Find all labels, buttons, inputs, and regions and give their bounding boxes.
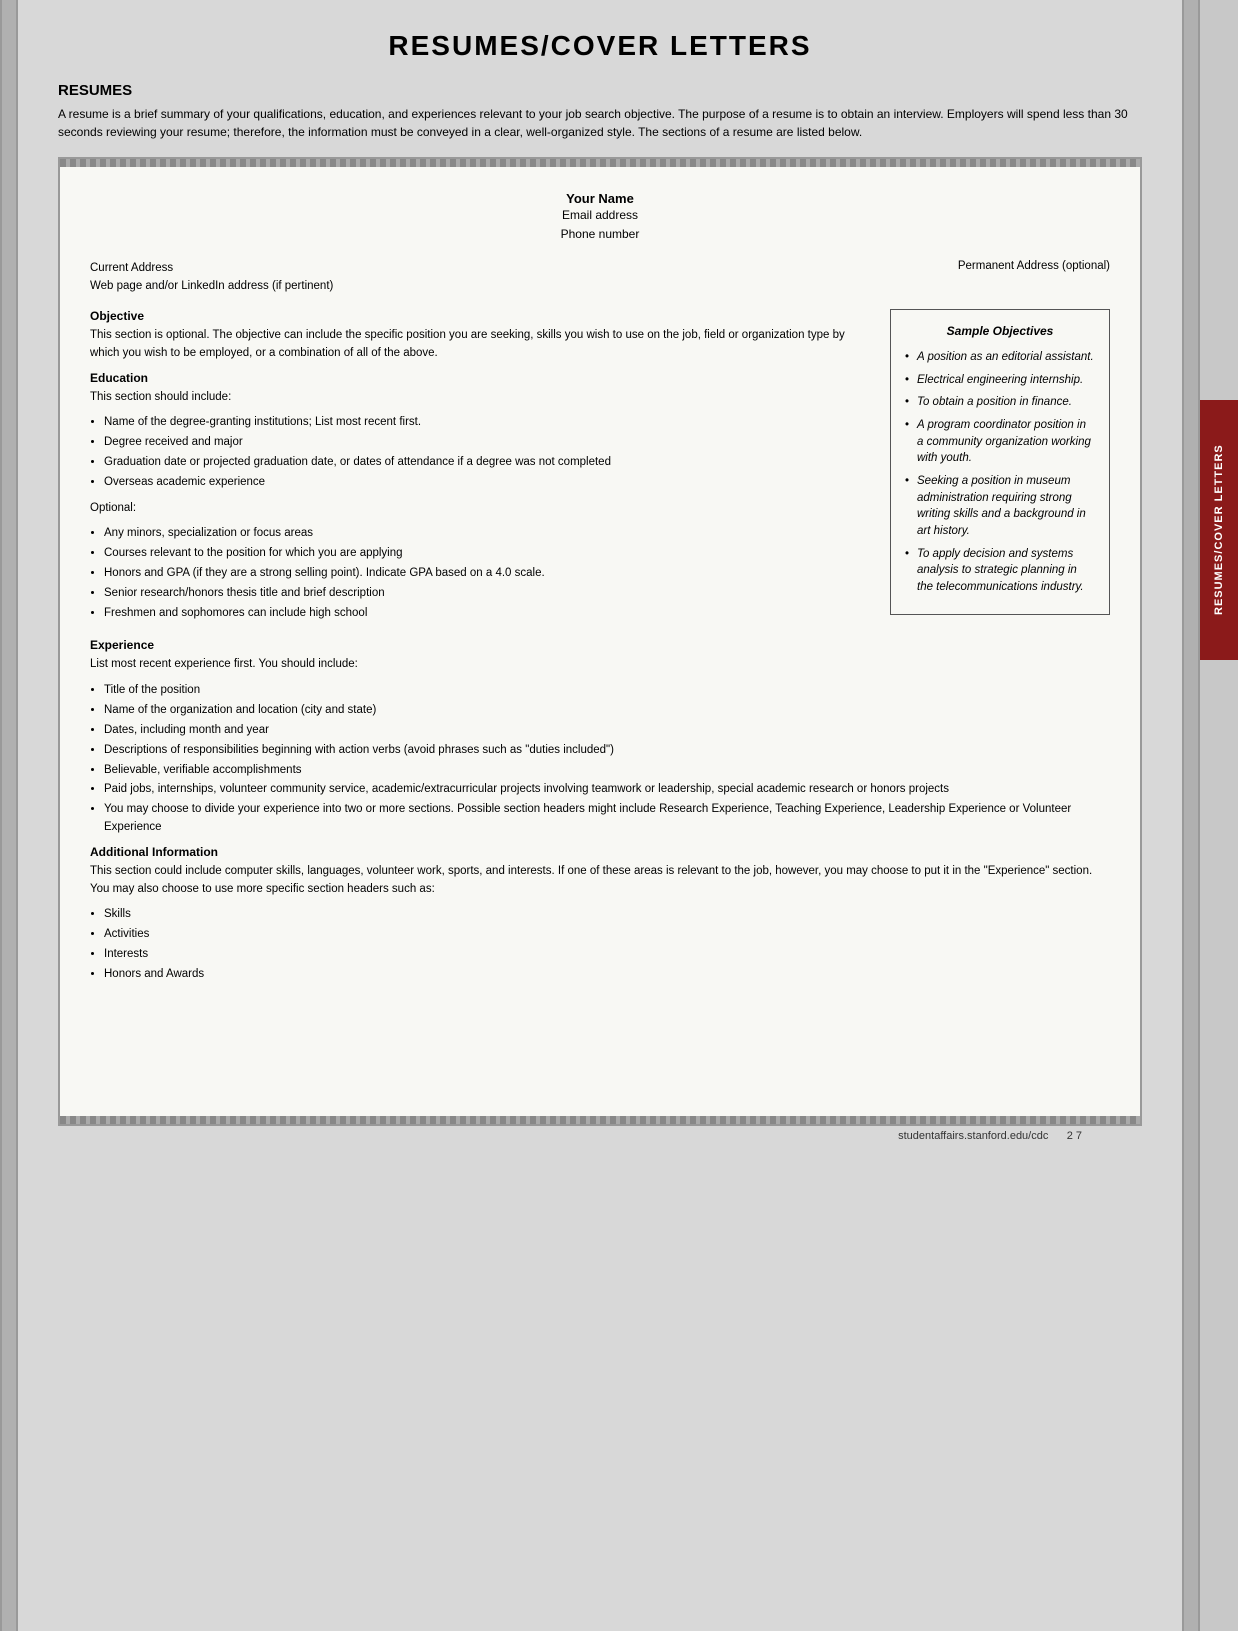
list-item: Title of the position	[104, 682, 1110, 700]
list-item: Believable, verifiable accomplishments	[104, 762, 1110, 780]
doc-left-col: Objective This section is optional. The …	[90, 309, 874, 631]
doc-two-col: Objective This section is optional. The …	[90, 309, 1110, 631]
experience-heading: Experience	[90, 638, 1110, 652]
list-item: A position as an editorial assistant.	[905, 349, 1095, 366]
education-heading: Education	[90, 371, 874, 385]
doc-header: Your Name Email address Phone number	[90, 191, 1110, 244]
list-item: Descriptions of responsibilities beginni…	[104, 742, 1110, 760]
page-wrapper: RESUMES/COVER LETTERS RESUMES/COVER LETT…	[0, 0, 1238, 1631]
list-item: Electrical engineering internship.	[905, 372, 1095, 389]
page-footer: studentaffairs.stanford.edu/cdc 2 7	[58, 1126, 1142, 1142]
sample-objectives-box: Sample Objectives A position as an edito…	[890, 309, 1110, 615]
doc-email: Email address	[90, 206, 1110, 225]
additional-info-text: This section could include computer skil…	[90, 863, 1110, 899]
list-item: Skills	[104, 906, 1110, 924]
education-bullets: Name of the degree-granting institutions…	[104, 414, 874, 491]
doc-phone: Phone number	[90, 225, 1110, 244]
main-content: RESUMES/COVER LETTERS RESUMES A resume i…	[18, 0, 1182, 1631]
objective-text: This section is optional. The objective …	[90, 327, 874, 363]
footer-url: studentaffairs.stanford.edu/cdc	[898, 1130, 1048, 1142]
doc-permanent-address: Permanent Address (optional)	[958, 260, 1110, 295]
doc-spacer	[90, 992, 1110, 1092]
bottom-strip	[60, 1116, 1140, 1124]
list-item: Senior research/honors thesis title and …	[104, 585, 874, 603]
list-item: Interests	[104, 946, 1110, 964]
side-tab: RESUMES/COVER LETTERS	[1200, 400, 1238, 660]
optional-bullets: Any minors, specialization or focus area…	[104, 525, 874, 622]
intro-text: A resume is a brief summary of your qual…	[58, 105, 1142, 141]
doc-right-col: Sample Objectives A position as an edito…	[890, 309, 1110, 631]
list-item: Activities	[104, 926, 1110, 944]
document-frame: Your Name Email address Phone number Cur…	[58, 157, 1142, 1126]
list-item: Degree received and major	[104, 434, 874, 452]
list-item: Any minors, specialization or focus area…	[104, 525, 874, 543]
list-item: Honors and Awards	[104, 966, 1110, 984]
page-title: RESUMES/COVER LETTERS	[58, 30, 1142, 62]
list-item: Overseas academic experience	[104, 474, 874, 492]
list-item: Name of the organization and location (c…	[104, 702, 1110, 720]
doc-current-address: Current Address Web page and/or LinkedIn…	[90, 260, 333, 295]
experience-bullets: Title of the position Name of the organi…	[104, 682, 1110, 837]
education-intro: This section should include:	[90, 389, 874, 407]
list-item: Paid jobs, internships, volunteer commun…	[104, 781, 1110, 799]
left-border	[0, 0, 18, 1631]
list-item: A program coordinator position in a comm…	[905, 417, 1095, 467]
list-item: Honors and GPA (if they are a strong sel…	[104, 565, 874, 583]
list-item: Dates, including month and year	[104, 722, 1110, 740]
sample-objectives-title: Sample Objectives	[905, 322, 1095, 341]
list-item: Graduation date or projected graduation …	[104, 454, 874, 472]
list-item: To apply decision and systems analysis t…	[905, 546, 1095, 596]
optional-label: Optional:	[90, 500, 874, 518]
footer-page: 2 7	[1067, 1130, 1082, 1142]
top-strip	[60, 159, 1140, 167]
list-item: Seeking a position in museum administrat…	[905, 473, 1095, 540]
list-item: Name of the degree-granting institutions…	[104, 414, 874, 432]
additional-info-heading: Additional Information	[90, 845, 1110, 859]
additional-info-bullets: Skills Activities Interests Honors and A…	[104, 906, 1110, 983]
list-item: Freshmen and sophomores can include high…	[104, 605, 874, 623]
list-item: You may choose to divide your experience…	[104, 801, 1110, 837]
doc-name: Your Name	[90, 191, 1110, 206]
doc-inner: Your Name Email address Phone number Cur…	[60, 167, 1140, 1116]
list-item: Courses relevant to the position for whi…	[104, 545, 874, 563]
objective-heading: Objective	[90, 309, 874, 323]
sample-objectives-list: A position as an editorial assistant. El…	[905, 349, 1095, 596]
list-item: To obtain a position in finance.	[905, 394, 1095, 411]
doc-address-row: Current Address Web page and/or LinkedIn…	[90, 260, 1110, 295]
resumes-heading: RESUMES	[58, 82, 1142, 99]
experience-intro: List most recent experience first. You s…	[90, 656, 1110, 674]
right-border	[1182, 0, 1200, 1631]
